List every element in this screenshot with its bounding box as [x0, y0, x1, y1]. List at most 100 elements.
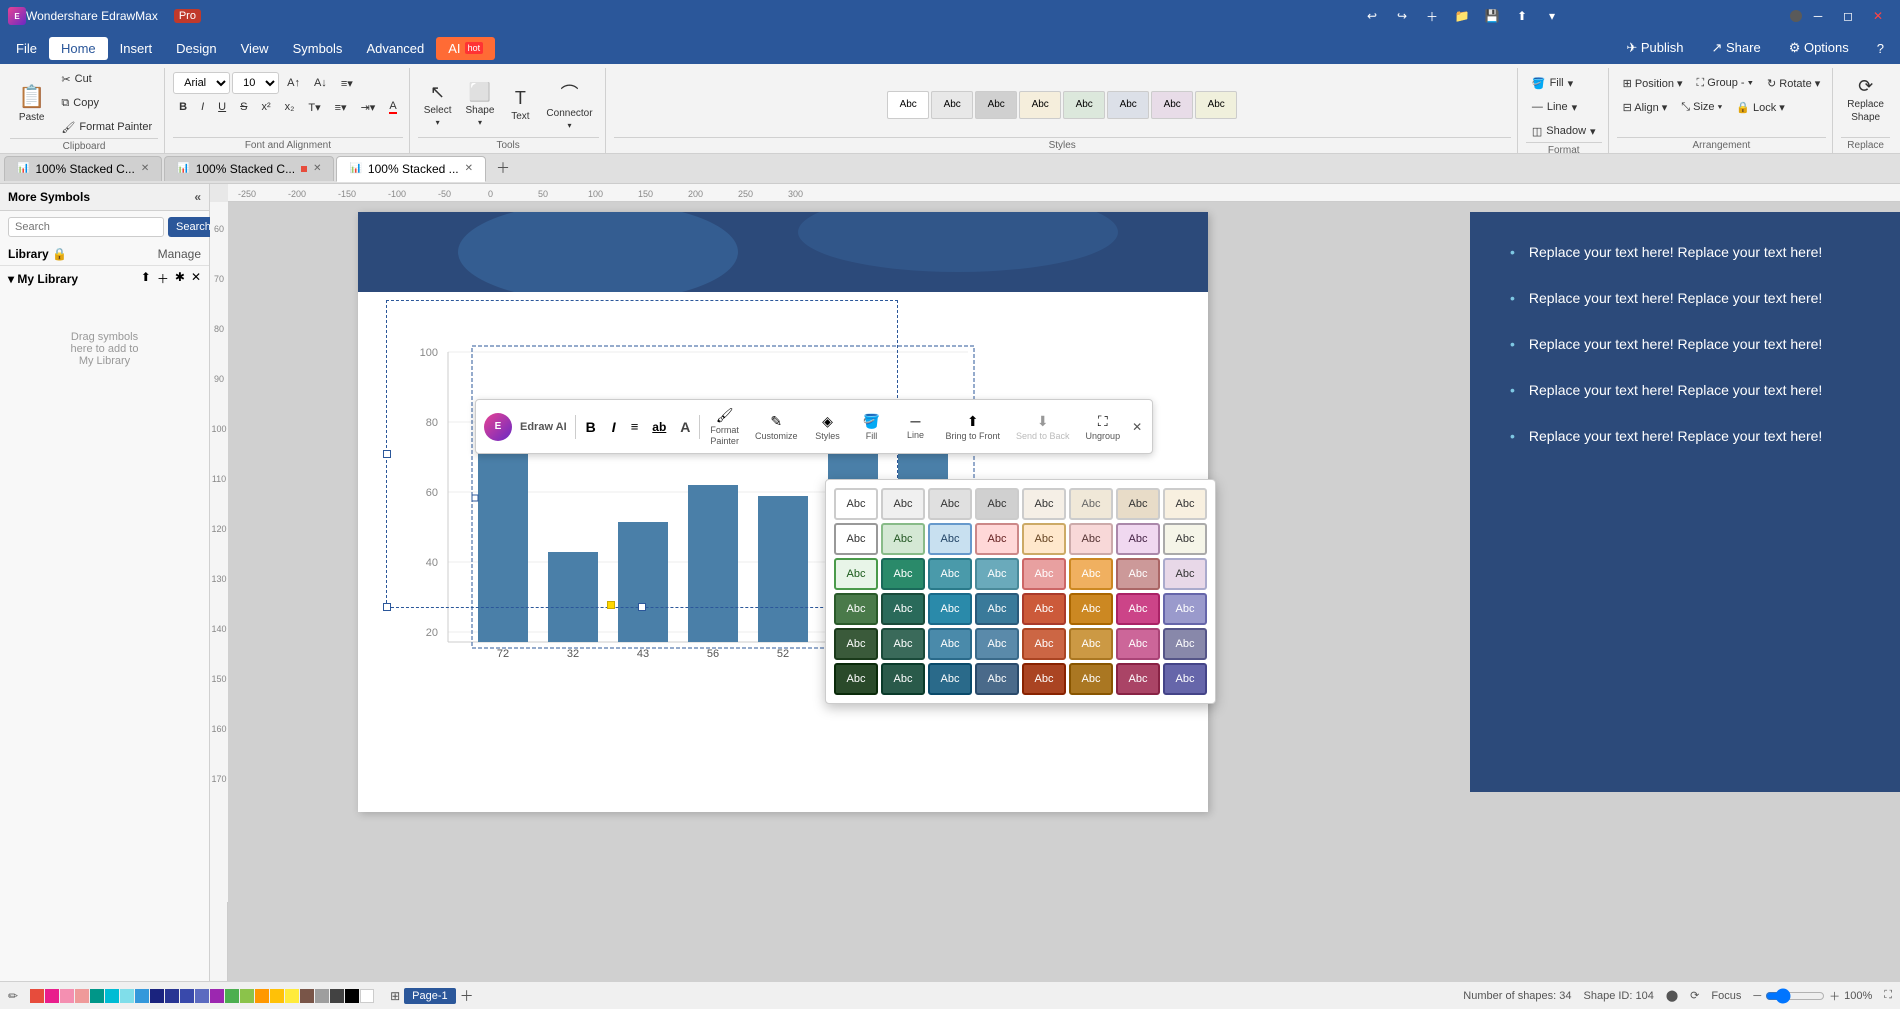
style-cell-r0c0[interactable]: Abc: [834, 488, 878, 520]
close-btn[interactable]: ✕: [1864, 2, 1892, 30]
style-cell-r5c3[interactable]: Abc: [975, 663, 1019, 695]
style-cell-r0c6[interactable]: Abc: [1116, 488, 1160, 520]
open-btn[interactable]: 📁: [1448, 2, 1476, 30]
style-cell-r3c2[interactable]: Abc: [928, 593, 972, 625]
my-lib-close-btn[interactable]: ✕: [191, 270, 201, 287]
float-italic-btn[interactable]: I: [606, 417, 622, 437]
float-ungroup-btn[interactable]: ⛶ Ungroup: [1080, 410, 1127, 444]
active-page-tab[interactable]: Page-1: [404, 988, 455, 1004]
copy-btn[interactable]: ⧉ Copy: [55, 92, 158, 114]
font-family-select[interactable]: Arial: [173, 72, 230, 94]
style-cell-r0c2[interactable]: Abc: [928, 488, 972, 520]
style-cell-r2c3[interactable]: Abc: [975, 558, 1019, 590]
style-cell-r4c4[interactable]: Abc: [1022, 628, 1066, 660]
style-cell-r4c1[interactable]: Abc: [881, 628, 925, 660]
menu-design[interactable]: Design: [164, 37, 228, 60]
style-cell-r0c1[interactable]: Abc: [881, 488, 925, 520]
style-cell-r3c5[interactable]: Abc: [1069, 593, 1113, 625]
lock-btn[interactable]: 🔒 Lock ▾: [1730, 96, 1791, 118]
swatch-indigo[interactable]: [195, 989, 209, 1003]
style-cell-r2c6[interactable]: Abc: [1116, 558, 1160, 590]
superscript-btn[interactable]: x²: [255, 96, 276, 118]
underline-btn[interactable]: U: [212, 96, 232, 118]
my-lib-collapse-btn[interactable]: ⬆: [141, 270, 151, 287]
swatch-orange[interactable]: [255, 989, 269, 1003]
subscript-btn[interactable]: x₂: [279, 96, 301, 118]
swatch-cyan[interactable]: [105, 989, 119, 1003]
swatch-green[interactable]: [225, 989, 239, 1003]
style-cell-r1c2[interactable]: Abc: [928, 523, 972, 555]
swatch-brown[interactable]: [300, 989, 314, 1003]
strikethrough-btn[interactable]: S: [234, 96, 253, 118]
new-btn[interactable]: ＋: [1418, 2, 1446, 30]
style-cell-r4c0[interactable]: Abc: [834, 628, 878, 660]
font-size-select[interactable]: 10: [232, 72, 279, 94]
style-cell-r1c7[interactable]: Abc: [1163, 523, 1207, 555]
style-cell-r0c3[interactable]: Abc: [975, 488, 1019, 520]
select-btn[interactable]: ↖ Select ▾: [418, 78, 458, 132]
float-fill-btn[interactable]: 🪣 Fill: [851, 410, 891, 444]
restore-btn[interactable]: ◻: [1834, 2, 1862, 30]
style-cell-r4c3[interactable]: Abc: [975, 628, 1019, 660]
swatch-gray[interactable]: [315, 989, 329, 1003]
style-thumb-6[interactable]: Abc: [1107, 91, 1149, 119]
my-lib-add-btn[interactable]: ＋: [157, 270, 169, 287]
overflow-btn[interactable]: ▾: [1538, 2, 1566, 30]
style-cell-r2c5[interactable]: Abc: [1069, 558, 1113, 590]
layer-icon[interactable]: ⬤: [1666, 989, 1678, 1002]
float-line-btn[interactable]: ─ Line: [895, 410, 935, 443]
style-cell-r3c7[interactable]: Abc: [1163, 593, 1207, 625]
menu-share[interactable]: ↗ Share: [1699, 36, 1772, 60]
size-btn[interactable]: ⤡ Size ▾: [1675, 96, 1728, 118]
swatch-lime[interactable]: [240, 989, 254, 1003]
style-cell-r5c4[interactable]: Abc: [1022, 663, 1066, 695]
line-btn[interactable]: — Line ▾: [1526, 96, 1602, 118]
cut-btn[interactable]: ✂ Cut: [55, 68, 158, 90]
float-underline-btn[interactable]: ab: [647, 418, 671, 436]
swatch-blue[interactable]: [135, 989, 149, 1003]
align-btn[interactable]: ≡▾: [335, 72, 359, 94]
handle-bl[interactable]: [383, 603, 391, 611]
fill-btn[interactable]: 🪣 Fill ▾: [1526, 72, 1602, 94]
style-thumb-1[interactable]: Abc: [887, 91, 929, 119]
search-input[interactable]: [8, 217, 164, 237]
style-cell-r2c7[interactable]: Abc: [1163, 558, 1207, 590]
swatch-amber[interactable]: [270, 989, 284, 1003]
tab-1[interactable]: 📊 100% Stacked C... ✕: [164, 156, 334, 181]
style-thumb-3[interactable]: Abc: [975, 91, 1017, 119]
panel-collapse-btn[interactable]: «: [194, 190, 201, 204]
bold-btn[interactable]: B: [173, 96, 193, 118]
save-btn[interactable]: 💾: [1478, 2, 1506, 30]
swatch-red[interactable]: [30, 989, 44, 1003]
style-cell-r4c7[interactable]: Abc: [1163, 628, 1207, 660]
style-cell-r3c0[interactable]: Abc: [834, 593, 878, 625]
style-cell-r2c4[interactable]: Abc: [1022, 558, 1066, 590]
swatch-lightpink[interactable]: [60, 989, 74, 1003]
style-cell-r4c6[interactable]: Abc: [1116, 628, 1160, 660]
handle-left[interactable]: [383, 450, 391, 458]
style-thumb-7[interactable]: Abc: [1151, 91, 1193, 119]
list-btn[interactable]: ≡▾: [329, 96, 353, 118]
swatch-darkblue[interactable]: [165, 989, 179, 1003]
zoom-out-btn[interactable]: ─: [1753, 990, 1761, 1002]
position-btn[interactable]: ⊞ Position ▾: [1617, 72, 1689, 94]
style-cell-r2c2[interactable]: Abc: [928, 558, 972, 590]
vector-icon[interactable]: ⟳: [1690, 989, 1699, 1002]
style-cell-r3c3[interactable]: Abc: [975, 593, 1019, 625]
menu-symbols[interactable]: Symbols: [281, 37, 355, 60]
swatch-teal[interactable]: [90, 989, 104, 1003]
zoom-slider[interactable]: [1765, 988, 1825, 1004]
swatch-black[interactable]: [345, 989, 359, 1003]
style-thumb-2[interactable]: Abc: [931, 91, 973, 119]
swatch-purple[interactable]: [210, 989, 224, 1003]
tab-0[interactable]: 📊 100% Stacked C... ✕: [4, 156, 162, 181]
shape-btn[interactable]: ⬜ Shape ▾: [459, 78, 500, 132]
style-cell-r1c1[interactable]: Abc: [881, 523, 925, 555]
redo-btn[interactable]: ↪: [1388, 2, 1416, 30]
tab-0-close[interactable]: ✕: [141, 163, 149, 174]
float-bold-btn[interactable]: B: [580, 417, 602, 437]
fullscreen-btn[interactable]: ⛶: [1884, 989, 1892, 1002]
replace-shape-btn[interactable]: ⟳ Replace Shape: [1841, 72, 1890, 126]
handle-bottom-mid[interactable]: [607, 601, 615, 609]
add-tab-btn[interactable]: ＋: [488, 153, 518, 183]
